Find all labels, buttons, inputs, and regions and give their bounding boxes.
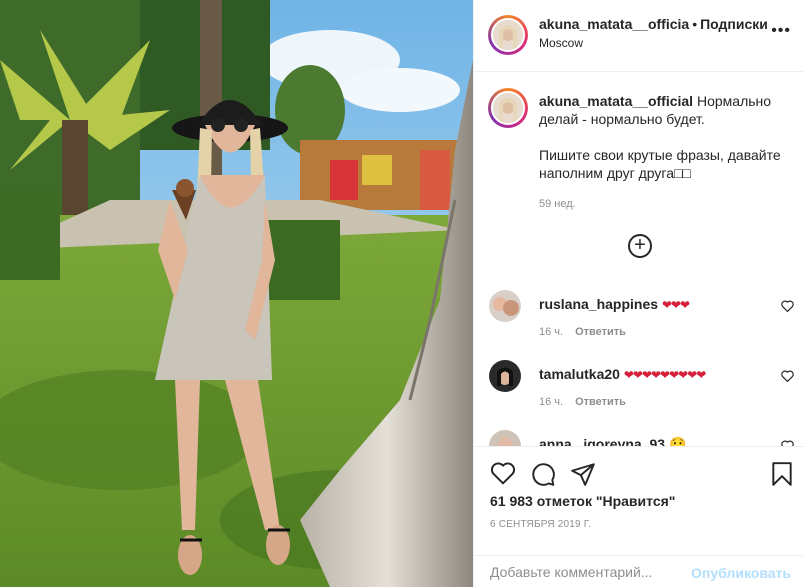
caption-line-2: Пишите свои крутые фразы, давайте наполн… <box>539 147 781 181</box>
caption-paragraph-2: Пишите свои крутые фразы, давайте наполн… <box>539 146 789 182</box>
post-image <box>0 0 473 587</box>
header-line: akuna_matata__officia • Подписки <box>539 16 768 32</box>
caption-username[interactable]: akuna_matata__official <box>539 93 693 109</box>
avatar-image <box>489 290 521 322</box>
heart-icon <box>490 462 516 485</box>
caption-time[interactable]: 59 нед. <box>539 198 576 210</box>
post-caption: akuna_matata__official Нормально делай -… <box>539 92 789 200</box>
like-button[interactable] <box>490 461 516 487</box>
paper-plane-icon <box>571 463 595 486</box>
save-button[interactable] <box>770 461 796 487</box>
commenter-avatar[interactable] <box>489 360 521 392</box>
author-avatar[interactable] <box>488 15 528 55</box>
load-more-comments-icon[interactable]: + <box>628 234 652 258</box>
caption-paragraph-1: akuna_matata__official Нормально делай -… <box>539 92 789 128</box>
avatar-image <box>493 93 523 123</box>
likes-count[interactable]: 61 983 отметок "Нравится" <box>490 493 675 509</box>
author-username[interactable]: akuna_matata__officia <box>539 16 689 32</box>
avatar-image <box>489 360 521 392</box>
comment-username[interactable]: tamalutka20 <box>539 366 620 382</box>
comment-button[interactable] <box>530 461 556 487</box>
comment-text: ruslana_happines ❤❤❤ <box>539 296 690 312</box>
post-date[interactable]: 6 СЕНТЯБРЯ 2019 Г. <box>490 519 591 530</box>
location-link[interactable]: Moscow <box>539 36 583 50</box>
comment-like-icon[interactable] <box>781 370 794 385</box>
comment-body: ❤❤❤ <box>661 298 690 312</box>
more-options-icon[interactable]: ••• <box>771 22 791 40</box>
comment-time[interactable]: 16 ч. <box>539 396 563 408</box>
following-button[interactable]: Подписки <box>700 16 768 32</box>
share-button[interactable] <box>570 461 596 487</box>
add-comment-bar: Опубликовать <box>474 555 804 587</box>
caption-avatar[interactable] <box>488 88 528 128</box>
commenter-avatar[interactable] <box>489 290 521 322</box>
comment-body: ❤❤❤❤❤❤❤❤❤ <box>623 368 706 382</box>
reply-button[interactable]: Ответить <box>575 326 626 338</box>
heart-outline-icon <box>781 370 794 383</box>
comment-meta: 16 ч. Ответить <box>539 326 626 338</box>
post-actions: 61 983 отметок "Нравится" 6 СЕНТЯБРЯ 201… <box>474 446 804 587</box>
heart-outline-icon <box>781 300 794 313</box>
comment-username[interactable]: ruslana_happines <box>539 296 658 312</box>
separator-dot: • <box>692 16 698 32</box>
comment-input[interactable] <box>490 564 690 580</box>
comment-time[interactable]: 16 ч. <box>539 326 563 338</box>
post-photo[interactable] <box>0 0 473 587</box>
caption-glyphs: □□ <box>674 165 691 181</box>
reply-button[interactable]: Ответить <box>575 396 626 408</box>
comment-like-icon[interactable] <box>781 300 794 315</box>
publish-button[interactable]: Опубликовать <box>691 565 791 581</box>
avatar-image <box>493 20 523 50</box>
comment-bubble-icon <box>532 463 555 486</box>
comment-meta: 16 ч. Ответить <box>539 396 626 408</box>
post-sidebar: akuna_matata__officia • Подписки Moscow ••… <box>473 0 804 587</box>
comment-text: tamalutka20 ❤❤❤❤❤❤❤❤❤ <box>539 366 706 382</box>
bookmark-icon <box>772 462 792 486</box>
post-header: akuna_matata__officia • Подписки Moscow ••… <box>474 0 804 72</box>
